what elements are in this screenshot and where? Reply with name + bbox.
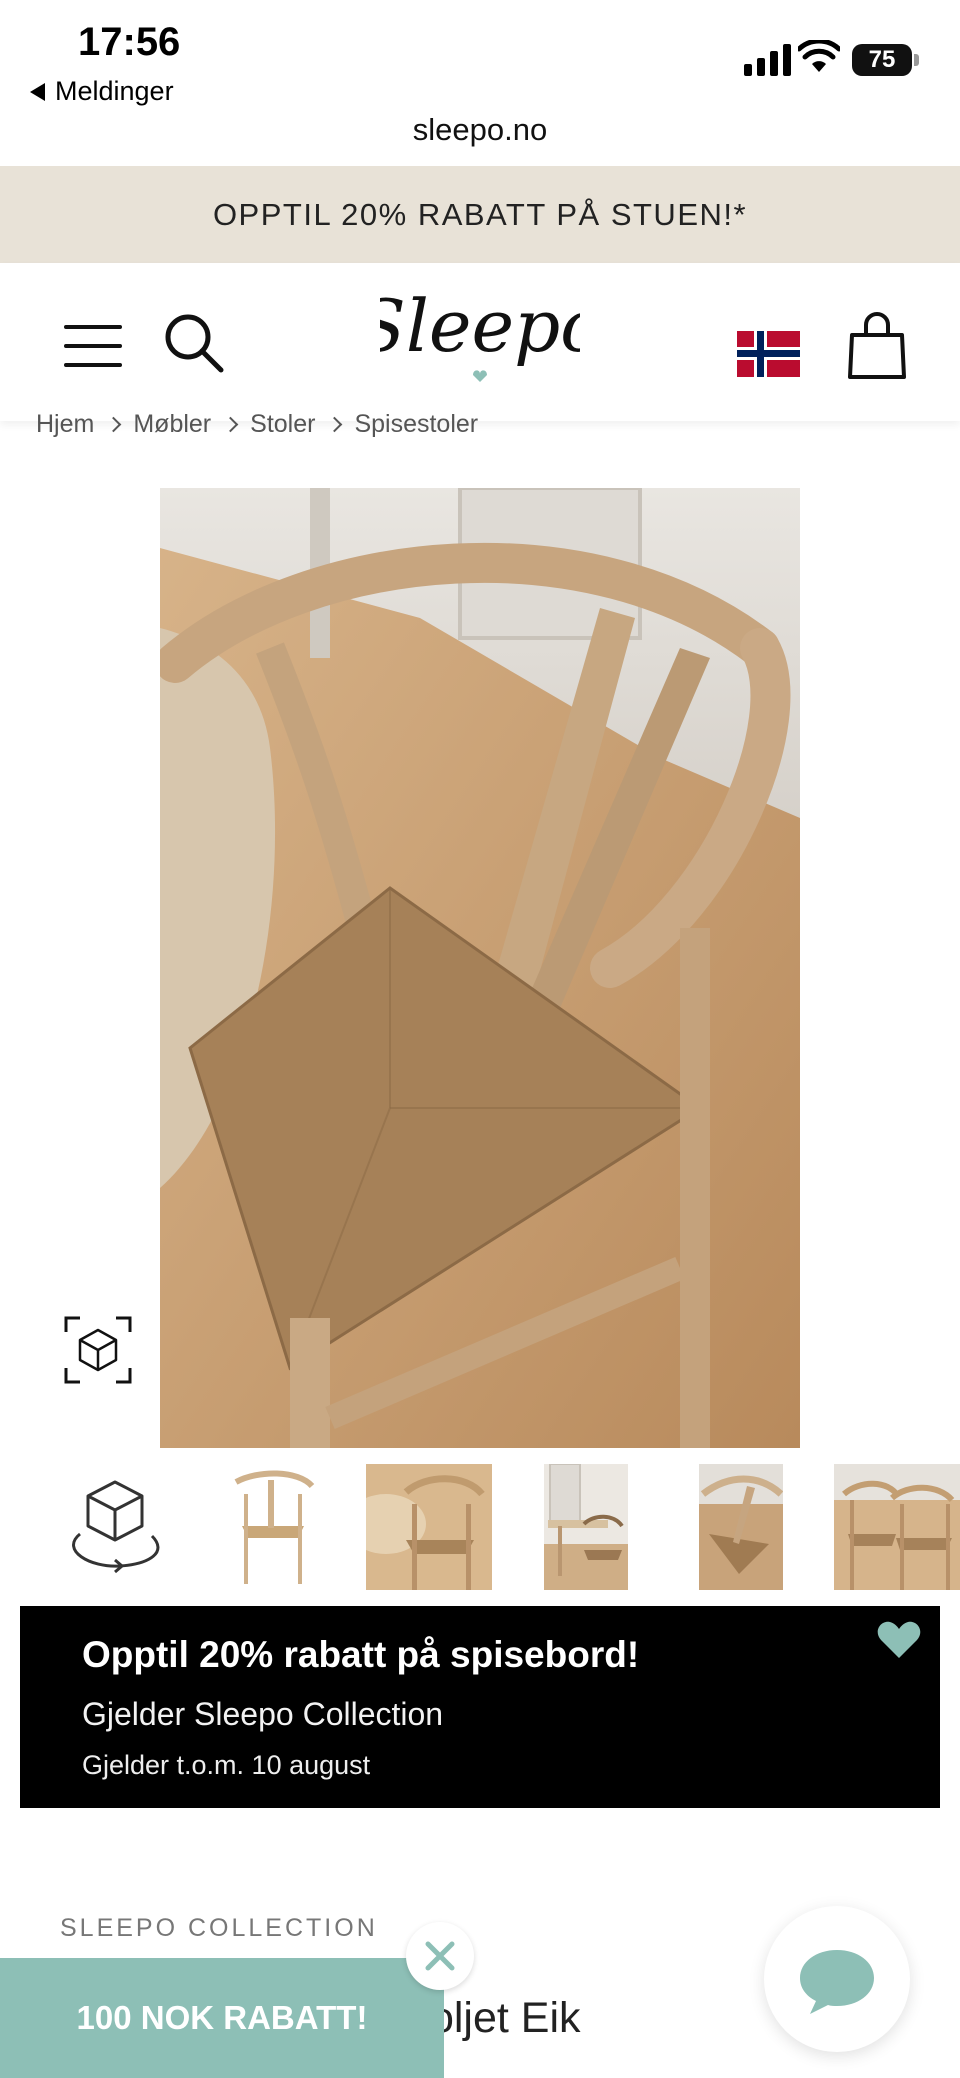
- close-discount-button[interactable]: [406, 1922, 474, 1990]
- breadcrumb-home[interactable]: Hjem: [36, 410, 94, 439]
- rotate-3d-icon: [72, 1480, 160, 1574]
- search-icon[interactable]: [162, 311, 226, 375]
- chevron-right-icon: [222, 416, 239, 433]
- ar-view-button[interactable]: [62, 1314, 134, 1386]
- chevron-right-icon: [327, 416, 343, 433]
- thumbnail-6[interactable]: [834, 1464, 960, 1590]
- menu-icon[interactable]: [64, 325, 122, 367]
- close-icon: [425, 1941, 455, 1971]
- back-arrow-icon: [30, 82, 45, 101]
- thumbnail-4[interactable]: [544, 1464, 628, 1590]
- site-header: Sleepo: [0, 263, 960, 421]
- chevron-right-icon: [106, 416, 122, 433]
- chat-button[interactable]: [764, 1906, 910, 2052]
- thumbnail-2[interactable]: [228, 1464, 318, 1590]
- signal-icon: [744, 40, 791, 76]
- clock: 17:56: [78, 20, 181, 64]
- status-bar: 17:56 Meldinger 75: [0, 0, 960, 118]
- back-to-app-link[interactable]: Meldinger: [30, 76, 174, 107]
- product-main-image[interactable]: [160, 488, 800, 1448]
- svg-text:Sleepo: Sleepo: [380, 284, 580, 368]
- chair-photo: [160, 488, 800, 1448]
- back-label: Meldinger: [55, 76, 174, 106]
- norway-flag-icon[interactable]: [737, 331, 800, 377]
- breadcrumb: Hjem Møbler Stoler Spisestoler: [36, 410, 478, 439]
- battery-level: 75: [868, 46, 896, 73]
- sleepo-logo[interactable]: Sleepo: [380, 283, 580, 393]
- thumbnail-3[interactable]: [366, 1464, 492, 1590]
- breadcrumb-furniture[interactable]: Møbler: [133, 410, 211, 439]
- chat-bubble-icon: [800, 1950, 874, 2014]
- ar-cube-icon: [64, 1316, 132, 1384]
- thumbnail-3d-view[interactable]: [60, 1464, 170, 1590]
- address-bar[interactable]: sleepo.no: [0, 112, 960, 148]
- promo-banner[interactable]: OPPTIL 20% RABATT PÅ STUEN!*: [0, 166, 960, 263]
- thumbnail-5[interactable]: [699, 1464, 783, 1590]
- discount-popup-button[interactable]: 100 NOK RABATT!: [0, 1958, 444, 2078]
- battery-icon: 75: [852, 44, 919, 76]
- breadcrumb-dining-chairs[interactable]: Spisestoler: [354, 410, 478, 439]
- campaign-subtitle: Gjelder Sleepo Collection: [82, 1696, 444, 1732]
- campaign-validity: Gjelder t.o.m. 10 august: [82, 1750, 371, 1780]
- thumbnail-strip: [0, 1464, 960, 1590]
- campaign-title: Opptil 20% rabatt på spisebord!: [82, 1634, 640, 1675]
- heart-icon: [877, 1621, 921, 1658]
- product-brand[interactable]: SLEEPO COLLECTION: [60, 1914, 378, 1943]
- breadcrumb-chairs[interactable]: Stoler: [250, 410, 315, 439]
- campaign-box[interactable]: Opptil 20% rabatt på spisebord! Gjelder …: [20, 1606, 940, 1808]
- shopping-bag-icon[interactable]: [846, 309, 908, 381]
- wifi-icon: [798, 40, 840, 72]
